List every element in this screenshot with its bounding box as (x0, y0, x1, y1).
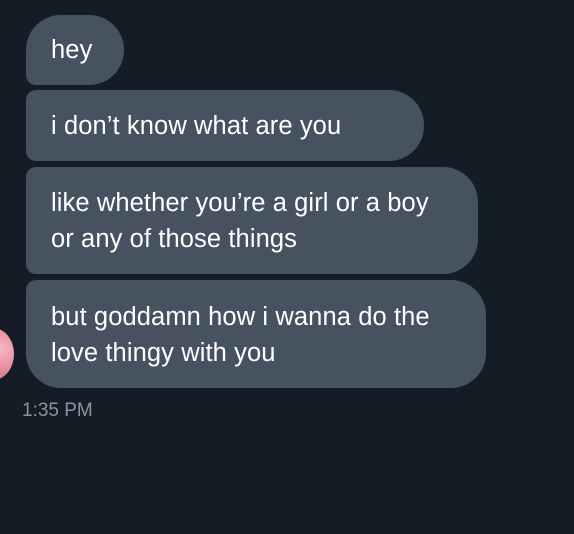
message-text: i don’t know what are you (51, 112, 342, 140)
message-bubble[interactable]: i don’t know what are you (26, 90, 424, 161)
chat-screen: hey i don’t know what are you like wheth… (0, 0, 574, 534)
message-bubble[interactable]: like whether you’re a girl or a boy or a… (26, 167, 478, 274)
message-bubble[interactable]: but goddamn how i wanna do the love thin… (26, 280, 486, 388)
message-bubble[interactable]: hey (26, 15, 124, 85)
message-text: like whether you’re a girl or a boy or a… (51, 189, 429, 253)
message-text: but goddamn how i wanna do the love thin… (51, 303, 430, 367)
message-timestamp: 1:35 PM (22, 400, 93, 421)
sender-avatar[interactable] (0, 328, 14, 380)
message-text: hey (51, 36, 93, 64)
